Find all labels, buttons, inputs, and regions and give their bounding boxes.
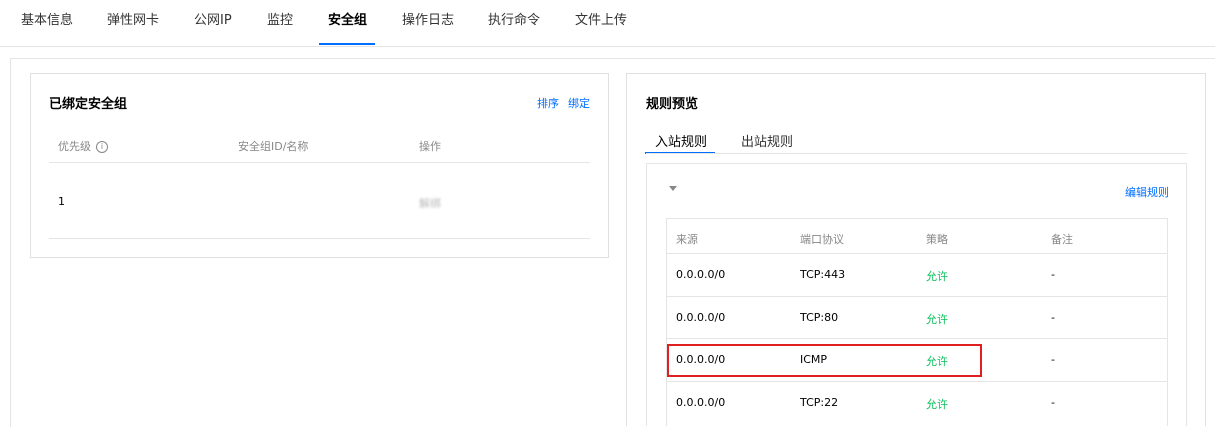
tab-monitor[interactable]: 监控	[267, 9, 293, 28]
sort-link[interactable]: 排序	[537, 95, 559, 111]
column-sg-id-name: 安全组ID/名称	[238, 140, 309, 153]
rule-policy: 允许	[926, 398, 948, 411]
info-icon[interactable]: i	[96, 141, 108, 153]
rule-source: 0.0.0.0/0	[676, 268, 726, 281]
tab-operation-log[interactable]: 操作日志	[402, 9, 454, 28]
rules-table	[666, 218, 1168, 426]
chevron-down-icon[interactable]	[669, 186, 677, 191]
column-policy: 策略	[926, 233, 948, 246]
rule-port: TCP:80	[800, 311, 839, 324]
row-divider	[666, 381, 1168, 382]
column-note: 备注	[1051, 233, 1073, 246]
tab-security-group[interactable]: 安全组	[328, 9, 367, 28]
rule-source: 0.0.0.0/0	[676, 396, 726, 409]
highlight-box	[667, 344, 982, 377]
column-priority: 优先级 i	[58, 138, 108, 154]
rule-port: TCP:22	[800, 396, 839, 409]
row-divider	[666, 296, 1168, 297]
row-divider	[49, 238, 590, 239]
rules-header-divider	[666, 253, 1168, 254]
header-divider	[49, 162, 590, 163]
column-source: 来源	[676, 233, 698, 246]
rule-preview-title: 规则预览	[646, 97, 699, 112]
bound-panel-title: 已绑定安全组	[49, 97, 128, 112]
subtab-outbound[interactable]: 出站规则	[741, 131, 793, 150]
column-port-protocol: 端口协议	[800, 233, 844, 246]
active-tab-indicator	[319, 43, 375, 45]
rule-port: TCP:443	[800, 268, 846, 281]
rule-note: -	[1051, 396, 1055, 409]
rule-policy: 允许	[926, 270, 948, 283]
tab-run-command[interactable]: 执行命令	[488, 9, 540, 28]
rule-note: -	[1051, 353, 1055, 366]
column-operation: 操作	[419, 140, 441, 153]
tab-eni[interactable]: 弹性网卡	[107, 9, 159, 28]
unbind-button[interactable]: 解绑	[419, 195, 441, 211]
subtab-divider	[646, 153, 1187, 154]
top-tab-bar: 基本信息 弹性网卡 公网IP 监控 安全组 操作日志 执行命令 文件上传	[0, 0, 1215, 47]
edit-rules-link[interactable]: 编辑规则	[1125, 184, 1169, 200]
tab-file-upload[interactable]: 文件上传	[575, 9, 627, 28]
rule-note: -	[1051, 311, 1055, 324]
tab-basic-info[interactable]: 基本信息	[21, 9, 73, 28]
subtab-inbound[interactable]: 入站规则	[655, 131, 707, 150]
bind-link[interactable]: 绑定	[568, 95, 590, 111]
tab-public-ip[interactable]: 公网IP	[194, 9, 232, 28]
rule-note: -	[1051, 268, 1055, 281]
row-priority: 1	[58, 195, 65, 208]
rule-policy: 允许	[926, 313, 948, 326]
row-divider	[666, 338, 1168, 339]
rule-source: 0.0.0.0/0	[676, 311, 726, 324]
